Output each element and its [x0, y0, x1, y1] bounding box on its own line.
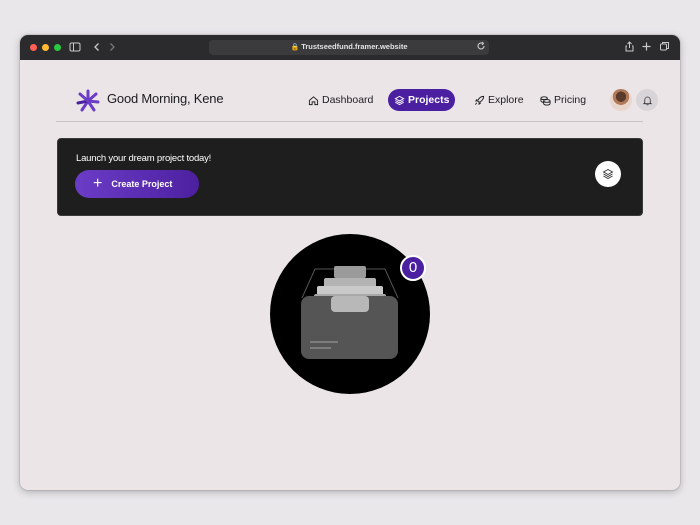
home-icon	[308, 95, 319, 105]
layers-icon	[394, 95, 405, 105]
nav-projects-label: Projects	[408, 94, 450, 106]
app-header: Good Morning, Kene Dashboard Projects Ex…	[76, 85, 663, 125]
coins-icon	[540, 95, 551, 106]
projects-layers-button[interactable]	[595, 161, 621, 187]
create-project-label: Create Project	[111, 179, 173, 189]
url-text: 🔒 Trustseedfund.framer.website	[209, 42, 489, 51]
reload-icon[interactable]	[474, 41, 487, 54]
browser-window: 🔒 Trustseedfund.framer.website Good Morn…	[20, 35, 680, 490]
nav-explore[interactable]: Explore	[468, 89, 530, 111]
bell-icon	[642, 96, 652, 105]
new-tab-icon[interactable]	[640, 41, 653, 54]
nav-pricing[interactable]: Pricing	[534, 89, 592, 111]
banner-text: Launch your dream project today!	[76, 153, 212, 164]
rocket-icon	[474, 95, 485, 105]
notifications-button[interactable]	[636, 89, 658, 111]
sidebar-toggle-icon[interactable]	[68, 41, 81, 54]
nav-dashboard[interactable]: Dashboard	[302, 89, 379, 111]
browser-toolbar: 🔒 Trustseedfund.framer.website	[20, 35, 680, 60]
create-project-button[interactable]: + Create Project	[75, 170, 199, 198]
layers-icon	[602, 168, 614, 180]
url-value: Trustseedfund.framer.website	[301, 42, 408, 51]
logo-icon[interactable]	[76, 89, 100, 113]
nav-dashboard-label: Dashboard	[322, 94, 374, 106]
minimize-window-button[interactable]	[42, 44, 49, 51]
project-count-badge: 0	[400, 255, 426, 281]
lock-icon: 🔒	[290, 44, 300, 51]
zoom-window-button[interactable]	[54, 44, 61, 51]
nav-pricing-label: Pricing	[554, 94, 587, 106]
close-window-button[interactable]	[30, 44, 37, 51]
nav-projects[interactable]: Projects	[388, 89, 456, 111]
plus-icon: +	[93, 175, 103, 192]
header-divider	[56, 121, 643, 122]
address-bar[interactable]: 🔒 Trustseedfund.framer.website	[209, 40, 489, 55]
avatar[interactable]	[610, 89, 632, 111]
create-project-banner: Launch your dream project today! + Creat…	[57, 138, 643, 216]
back-icon[interactable]	[90, 41, 103, 54]
window-controls	[30, 44, 61, 51]
forward-icon[interactable]	[105, 41, 118, 54]
nav-explore-label: Explore	[488, 94, 524, 106]
share-icon[interactable]	[623, 41, 636, 54]
greeting-title: Good Morning, Kene	[107, 91, 224, 106]
tab-overview-icon[interactable]	[658, 41, 671, 54]
